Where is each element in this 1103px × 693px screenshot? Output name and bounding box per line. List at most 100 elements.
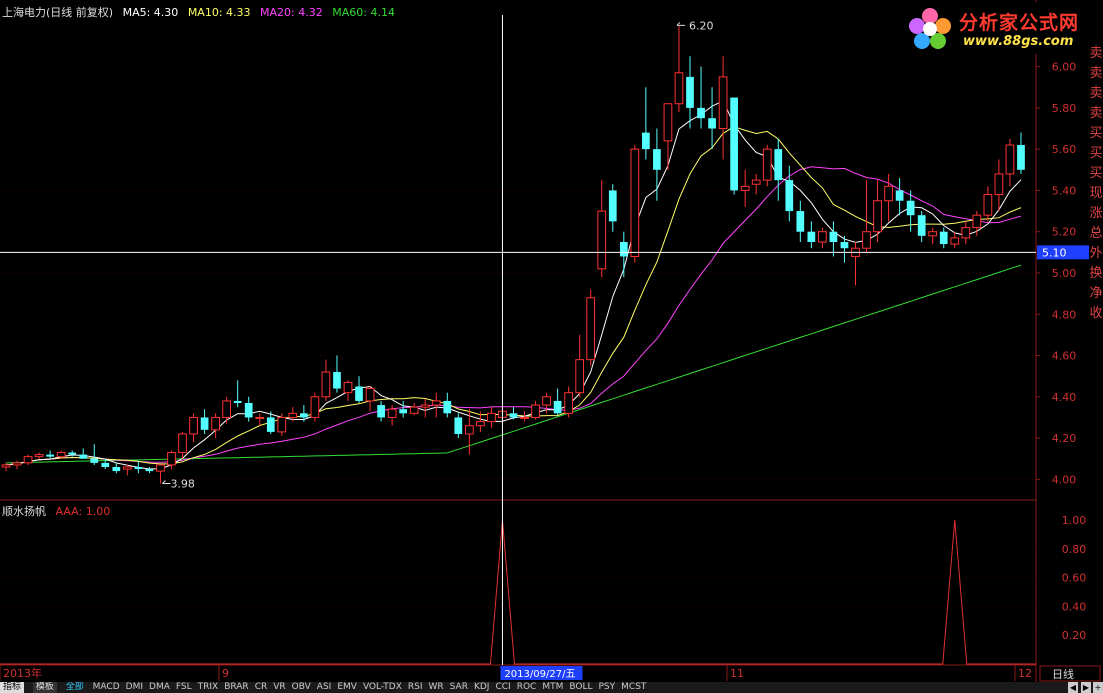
candle-body [862,231,871,249]
candle[interactable] [310,392,320,422]
period-button[interactable]: 日线 [1052,667,1074,681]
candle-body [443,400,452,414]
indicator-tab-items: MACD DMI DMA FSL TRIX BRAR CR VR OBV ASI EMV VOL-TD… [93,682,653,693]
time-tick-label: 2013年 [3,666,42,680]
indicator-tab-item[interactable]: DMI [126,682,143,693]
candle-body [90,458,99,463]
scroll-left-button[interactable]: ◀ [1068,682,1078,693]
candle-body [377,405,385,418]
candle-body [509,413,518,418]
indicator-tab-item[interactable]: MCST [621,682,646,693]
side-label: 总 [1089,226,1103,241]
quote-side-labels: 卖卖卖卖买买买现涨总外换净收 [1089,44,1103,324]
side-label: 卖 [1089,66,1103,81]
indicator-tab-item[interactable]: MTM [542,682,563,693]
candle[interactable] [630,145,640,263]
logo-url[interactable]: www.88gs.com [963,34,1073,49]
candle-body [343,381,353,394]
candle-body [211,416,220,431]
candle-body [785,180,794,212]
side-label: 外 [1089,246,1103,261]
candle-body [1005,144,1015,175]
indicator-tab-item[interactable]: ASI [317,682,332,693]
ma60-label: MA60: 4.14 [332,6,395,19]
candle-body [928,231,938,237]
candle-body [321,371,331,398]
indicator-tab-item[interactable]: SAR [450,682,468,693]
candle-body [409,406,419,414]
price-tick-label: 4.20 [1052,432,1077,445]
indicator-tab-item[interactable]: VOL-TDX [363,682,402,693]
price-tick-label: 4.60 [1052,350,1077,363]
candle-body [79,454,88,459]
candle[interactable] [730,97,738,195]
indicator-tab-item[interactable]: FSL [176,682,192,693]
indicator-tab-item[interactable]: BRAR [224,682,248,693]
candle-body [553,400,562,414]
flower-icon [909,8,951,49]
candle-body [829,231,838,243]
candle-body [454,417,463,434]
candle-body [420,404,430,408]
candle-body [101,462,110,467]
indicator-tab-item[interactable]: DMA [149,682,170,693]
candle-body [597,210,607,270]
indicator-tab-item[interactable]: VR [273,682,285,693]
side-label: 换 [1089,266,1103,281]
price-tick-label: 5.60 [1052,143,1077,156]
candle-body [399,409,408,414]
candle-body [884,185,893,202]
indicator-tab-item[interactable]: PSY [599,682,616,693]
candle-body [387,408,397,418]
scroll-right-button[interactable]: ▶ [1081,682,1091,693]
indicator-tab-item[interactable]: CCI [495,682,510,693]
candle-body [917,215,926,236]
candle-body [586,297,596,361]
candle-body [564,392,574,414]
candle-body [156,464,165,472]
candle-body [818,231,827,243]
tab-all[interactable]: 全部 [66,682,84,693]
cursor-date-label: 2013/09/27/五 [504,669,575,680]
price-tick-label: 5.80 [1052,102,1077,115]
indicator-tab-item[interactable]: RSI [408,682,423,693]
candle-body [939,231,948,245]
candle-body [68,452,77,455]
side-label: 涨 [1089,206,1103,221]
candle-body [697,107,705,119]
price-header: 上海电力(日线 前复权) MA5: 4.30 MA10: 4.33 MA20: … [2,4,401,20]
indicator-tab-item[interactable]: TRIX [198,682,219,693]
scroll-more-button[interactable]: + [1093,682,1103,693]
candle-body [762,148,772,181]
side-label: 卖 [1089,86,1103,101]
candle[interactable] [762,145,772,187]
time-tick-label: 11 [730,667,744,680]
indicator-header: 顺水扬帆 AAA: 1.00 [2,503,116,519]
indicator-tab-item[interactable]: WR [429,682,444,693]
indicator-tab-item[interactable]: ROC [517,682,537,693]
candle-body [244,403,253,418]
candle-body [531,404,540,418]
tab-indicator[interactable]: 指标 [0,682,25,693]
candle-body [740,185,750,191]
candle-body [233,400,242,403]
indicator-tab-item[interactable]: CR [255,682,268,693]
indicator-tab-item[interactable]: KDJ [474,682,490,693]
high-annotation: 6.20 [689,19,714,32]
candle-body [630,148,640,257]
candle-body [708,118,716,129]
candle-body [200,417,209,430]
candle-body [167,452,176,466]
tab-template[interactable]: 模板 [32,682,57,693]
indicator-tab-item[interactable]: BOLL [569,682,592,693]
indicator-tab-item[interactable]: OBV [292,682,311,693]
candle-body [333,372,341,389]
time-tick-label: 12 [1018,667,1032,680]
kline-chart[interactable]: 6.00 5.80 5.60 5.40 5.20 5.00 4.80 4.60 4.40 4.20… [0,0,1103,693]
indicator-tab-item[interactable]: EMV [337,682,357,693]
candle[interactable] [586,289,596,366]
candle-body [134,466,143,470]
indicator-tab-item[interactable]: MACD [93,682,120,693]
candle-body [476,421,485,427]
candle-body [365,388,375,402]
